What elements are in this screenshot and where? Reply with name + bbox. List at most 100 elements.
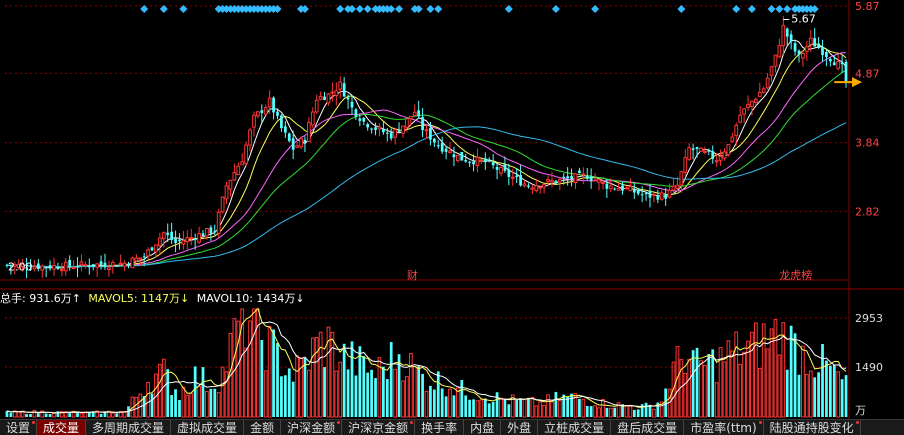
candle-body	[546, 179, 550, 182]
volume-bar	[138, 393, 143, 418]
candle-body	[475, 156, 480, 167]
volume-bar	[252, 308, 256, 418]
candle-body	[664, 194, 668, 199]
volume-bar	[472, 399, 475, 417]
price-tick-label: 4.87	[855, 67, 880, 80]
candle-body	[330, 91, 335, 94]
candle-body	[550, 180, 554, 183]
volume-bar	[185, 394, 190, 418]
tab-11[interactable]: 盘后成交量	[611, 420, 685, 435]
volume-bar	[550, 399, 554, 418]
tab-12[interactable]: 市盈率(ttm)	[684, 420, 764, 435]
volume-bar	[683, 372, 688, 418]
tab-0[interactable]: 设置	[0, 420, 38, 435]
volume-bar	[632, 409, 636, 417]
candle-body	[178, 239, 181, 242]
candle-body	[170, 231, 174, 240]
chart-canvas[interactable]: 5.87 4.87 3.84 2.82 5.67 2.00 财 龙虎榜 2953 1490 万	[0, 0, 904, 435]
candle-body	[808, 37, 813, 45]
candle-body	[424, 129, 429, 132]
tab-7[interactable]: 换手率	[415, 420, 465, 435]
candle-body	[115, 265, 119, 267]
volume-bar	[354, 375, 358, 417]
volume-bar	[401, 380, 405, 418]
tab-1[interactable]: 成交量	[37, 420, 87, 435]
candle-body	[687, 147, 692, 160]
candle-body	[570, 175, 573, 180]
candle-body	[342, 83, 346, 97]
tab-2[interactable]: 多周期成交量	[86, 420, 172, 435]
candle-body	[746, 104, 750, 108]
tab-8[interactable]: 内盘	[464, 420, 502, 435]
tab-5[interactable]: 沪深金额	[281, 420, 343, 435]
candle-body	[455, 154, 460, 162]
volume-bar	[385, 379, 389, 417]
volume-bar	[389, 342, 393, 417]
candle-body	[193, 238, 197, 240]
event-marker-label: 财	[407, 268, 418, 282]
candle-body	[71, 267, 76, 270]
volume-bar	[381, 366, 385, 417]
candle-body	[621, 185, 624, 191]
candle-body	[95, 263, 100, 268]
volume-bar	[115, 413, 119, 417]
volume-bar	[306, 369, 311, 418]
tab-13[interactable]: 陆股通持股变化	[764, 420, 861, 435]
volume-bar	[522, 398, 527, 418]
candle-body	[542, 183, 547, 188]
candle-body	[538, 186, 543, 189]
volume-bar	[797, 374, 801, 417]
candle-body	[608, 185, 613, 190]
volume-bar	[730, 350, 735, 418]
volume-bar	[738, 363, 743, 418]
tab-10[interactable]: 立桩成交量	[538, 420, 612, 435]
volume-bar	[9, 412, 13, 417]
candle-body	[318, 95, 323, 100]
tab-4[interactable]: 金额	[244, 420, 282, 435]
candle-body	[628, 186, 633, 192]
volume-bar	[718, 347, 723, 418]
volume-bar	[330, 331, 335, 418]
candle-body	[36, 263, 40, 269]
candle-body	[350, 101, 354, 108]
volume-bar	[79, 413, 84, 418]
candle-body	[252, 114, 256, 128]
candle-body	[605, 183, 609, 189]
candle-body	[632, 189, 636, 193]
volume-bar	[421, 373, 424, 417]
candle-body	[804, 46, 809, 52]
tab-9[interactable]: 外盘	[501, 420, 539, 435]
candle-body	[566, 176, 570, 179]
volume-bar	[201, 367, 205, 417]
candle-body	[99, 261, 103, 265]
candle-body	[224, 185, 229, 200]
volume-bar	[608, 407, 613, 418]
candle-body	[718, 155, 723, 161]
candle-body	[134, 257, 139, 262]
candle-body	[48, 265, 52, 269]
candle-body	[691, 148, 695, 150]
candle-body	[472, 161, 475, 165]
volume-bar	[174, 389, 177, 417]
volume-bar	[280, 376, 283, 417]
candle-body	[667, 189, 672, 198]
volume-bar	[310, 337, 315, 418]
candle-body	[703, 150, 707, 153]
volume-bar	[557, 400, 562, 418]
tab-3[interactable]: 虚拟成交量	[171, 420, 245, 435]
volume-bar	[475, 400, 480, 418]
candle-body	[644, 193, 648, 195]
candle-body	[185, 237, 190, 242]
volume-bar	[432, 389, 436, 417]
candle-body	[408, 116, 413, 120]
candle-body	[738, 114, 743, 123]
candle-body	[436, 145, 440, 147]
tab-6[interactable]: 沪深京金额	[342, 420, 416, 435]
candle-body	[385, 132, 389, 134]
volume-bar	[209, 388, 213, 417]
volume-bar	[585, 405, 589, 417]
candle-body	[338, 81, 343, 90]
volume-bar	[534, 405, 539, 418]
volume-bar	[134, 396, 139, 418]
candle-body	[675, 184, 680, 189]
